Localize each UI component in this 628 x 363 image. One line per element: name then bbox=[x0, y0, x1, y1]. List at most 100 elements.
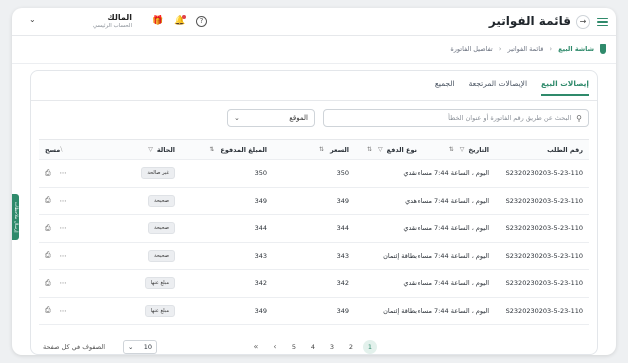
status-cell: صحيحة bbox=[148, 243, 175, 270]
table-row[interactable]: S2320230203-5-23-110 اليوم ، الساعة 7:44… bbox=[39, 188, 589, 215]
paid-amount: 344 bbox=[254, 224, 267, 233]
header-status[interactable]: الحالة ▽ bbox=[148, 140, 175, 159]
bell-icon[interactable]: 🔔 bbox=[174, 15, 186, 27]
more-icon[interactable]: ⋯ bbox=[60, 307, 67, 315]
header-clear[interactable]: ⧸ مسح bbox=[45, 140, 66, 159]
price: 350 bbox=[336, 169, 349, 178]
table-row[interactable]: S2320230203-5-23-110 اليوم ، الساعة 7:44… bbox=[39, 298, 589, 325]
price: 344 bbox=[336, 224, 349, 233]
search-input[interactable]: ⚲ البحث عن طريق رقم الفاتورة أو عنوان ال… bbox=[323, 109, 589, 127]
status-cell: مبلغ عنها bbox=[144, 270, 175, 297]
breadcrumb-invoices[interactable]: قائمة الفواتير bbox=[508, 45, 544, 53]
row-actions: ⋯ ⎙ bbox=[45, 270, 67, 297]
filter-icon[interactable]: ▽ bbox=[460, 146, 465, 153]
order-date: اليوم ، الساعة 7:44 مساء bbox=[417, 251, 489, 260]
sort-icon[interactable]: ⇅ bbox=[319, 146, 324, 153]
header-pay-label: نوع الدفع bbox=[386, 145, 417, 154]
rows-per-page-label: الصفوف في كل صفحة bbox=[43, 343, 106, 351]
breadcrumb-current: تفاصيل الفاتورة bbox=[450, 45, 493, 53]
header-order[interactable]: رقم الطلب bbox=[547, 140, 583, 159]
help-icon[interactable]: ? bbox=[196, 16, 207, 27]
filter-icon[interactable]: ▽ bbox=[378, 146, 383, 153]
payment-type: نقدي bbox=[403, 279, 417, 288]
print-icon[interactable]: ⎙ bbox=[45, 279, 51, 288]
chevron-down-icon[interactable]: ⌄ bbox=[29, 15, 36, 24]
chevron-left-icon: ‹ bbox=[549, 45, 553, 53]
invoices-card: إيصالات البيع الإيصالات المرتجعة الجميع … bbox=[30, 70, 598, 355]
tab-sales-receipts[interactable]: إيصالات البيع bbox=[541, 79, 589, 96]
table-row[interactable]: S2320230203-5-23-110 اليوم ، الساعة 7:44… bbox=[39, 160, 589, 188]
invoices-table: رقم الطلب التاريخ ▽ ⇅ نوع الدفع ▽ ⇅ السع… bbox=[39, 139, 589, 325]
print-icon[interactable]: ⎙ bbox=[45, 251, 51, 260]
payment-type: نقدي bbox=[403, 169, 417, 178]
sort-icon[interactable]: ⇅ bbox=[209, 146, 214, 153]
table-row[interactable]: S2320230203-5-23-110 اليوم ، الساعة 7:44… bbox=[39, 243, 589, 270]
header-paid[interactable]: المبلغ المدفوع ⇅ bbox=[209, 140, 267, 159]
sort-icon[interactable]: ⇅ bbox=[367, 146, 372, 153]
status-badge: غير صالحة bbox=[141, 167, 175, 180]
first-page-icon[interactable]: « bbox=[249, 340, 263, 354]
paid-amount: 350 bbox=[254, 169, 267, 178]
top-bar: → قائمة الفواتير 🎁 🔔 ? المالك الحساب الر… bbox=[12, 8, 616, 36]
location-value: الموقع bbox=[289, 114, 308, 122]
more-icon[interactable]: ⋯ bbox=[60, 224, 67, 232]
sort-icon[interactable]: ⇅ bbox=[449, 146, 454, 153]
header-date[interactable]: التاريخ ▽ ⇅ bbox=[449, 140, 489, 159]
status-badge: صحيحة bbox=[148, 222, 175, 235]
row-actions: ⋯ ⎙ bbox=[45, 215, 67, 242]
print-icon[interactable]: ⎙ bbox=[45, 196, 51, 205]
print-icon[interactable]: ⎙ bbox=[45, 306, 51, 315]
header-price[interactable]: السعر ⇅ bbox=[319, 140, 349, 159]
tab-returned-receipts[interactable]: الإيصالات المرتجعة bbox=[469, 79, 527, 96]
page-1[interactable]: 1 bbox=[363, 340, 377, 354]
tab-all[interactable]: الجميع bbox=[435, 79, 455, 96]
print-icon[interactable]: ⎙ bbox=[45, 224, 51, 233]
order-number: S2320230203-5-23-110 bbox=[505, 279, 583, 288]
prev-page-icon[interactable]: ‹ bbox=[268, 340, 282, 354]
feedback-tab[interactable]: إرسال ملاحظات bbox=[12, 194, 19, 240]
gift-icon[interactable]: 🎁 bbox=[152, 16, 163, 27]
pagination: « ‹ 5 4 3 2 1 bbox=[249, 340, 377, 354]
table-row[interactable]: S2320230203-5-23-110 اليوم ، الساعة 7:44… bbox=[39, 215, 589, 243]
menu-icon[interactable] bbox=[597, 16, 608, 27]
print-icon[interactable]: ⎙ bbox=[45, 169, 51, 178]
top-icons: 🎁 🔔 ? bbox=[152, 15, 207, 27]
order-date: اليوم ، الساعة 7:44 مساء bbox=[417, 224, 489, 233]
order-number: S2320230203-5-23-110 bbox=[505, 251, 583, 260]
more-icon[interactable]: ⋯ bbox=[60, 169, 67, 177]
table-row[interactable]: S2320230203-5-23-110 اليوم ، الساعة 7:44… bbox=[39, 270, 589, 298]
status-badge: مبلغ عنها bbox=[144, 304, 175, 317]
status-cell: غير صالحة bbox=[141, 160, 175, 187]
divider bbox=[12, 63, 616, 64]
app-window: → قائمة الفواتير 🎁 🔔 ? المالك الحساب الر… bbox=[12, 8, 616, 355]
back-arrow-icon[interactable]: → bbox=[576, 15, 590, 29]
location-select[interactable]: الموقع ⌄ bbox=[227, 109, 315, 127]
more-icon[interactable]: ⋯ bbox=[60, 197, 67, 205]
row-actions: ⋯ ⎙ bbox=[45, 188, 67, 215]
page-4[interactable]: 4 bbox=[306, 340, 320, 354]
order-number: S2320230203-5-23-110 bbox=[505, 224, 583, 233]
order-date: اليوم ، الساعة 7:44 مساء bbox=[417, 196, 489, 205]
more-icon[interactable]: ⋯ bbox=[60, 279, 67, 287]
payment-type: بطاقة إئتمان bbox=[383, 306, 417, 315]
order-number: S2320230203-5-23-110 bbox=[505, 169, 583, 178]
page-3[interactable]: 3 bbox=[325, 340, 339, 354]
header-paid-label: المبلغ المدفوع bbox=[220, 145, 267, 154]
tabs: إيصالات البيع الإيصالات المرتجعة الجميع bbox=[435, 79, 589, 96]
user-name: المالك bbox=[107, 13, 132, 22]
header-pay[interactable]: نوع الدفع ▽ ⇅ bbox=[367, 140, 417, 159]
status-badge: صحيحة bbox=[148, 249, 175, 262]
price: 342 bbox=[336, 279, 349, 288]
user-menu[interactable]: المالك الحساب الرئيسي bbox=[52, 13, 132, 29]
tabs-divider bbox=[31, 100, 597, 101]
price: 349 bbox=[336, 196, 349, 205]
filter-icon[interactable]: ▽ bbox=[148, 146, 153, 153]
page-5[interactable]: 5 bbox=[287, 340, 301, 354]
page-2[interactable]: 2 bbox=[344, 340, 358, 354]
payment-type: بطاقة إئتمان bbox=[383, 251, 417, 260]
header-order-label: رقم الطلب bbox=[547, 145, 583, 154]
status-badge: مبلغ عنها bbox=[144, 277, 175, 290]
breadcrumb-home[interactable]: شاشة البيع bbox=[558, 45, 594, 53]
more-icon[interactable]: ⋯ bbox=[60, 252, 67, 260]
rows-per-page-select[interactable]: ⌄ 10 bbox=[123, 340, 157, 354]
